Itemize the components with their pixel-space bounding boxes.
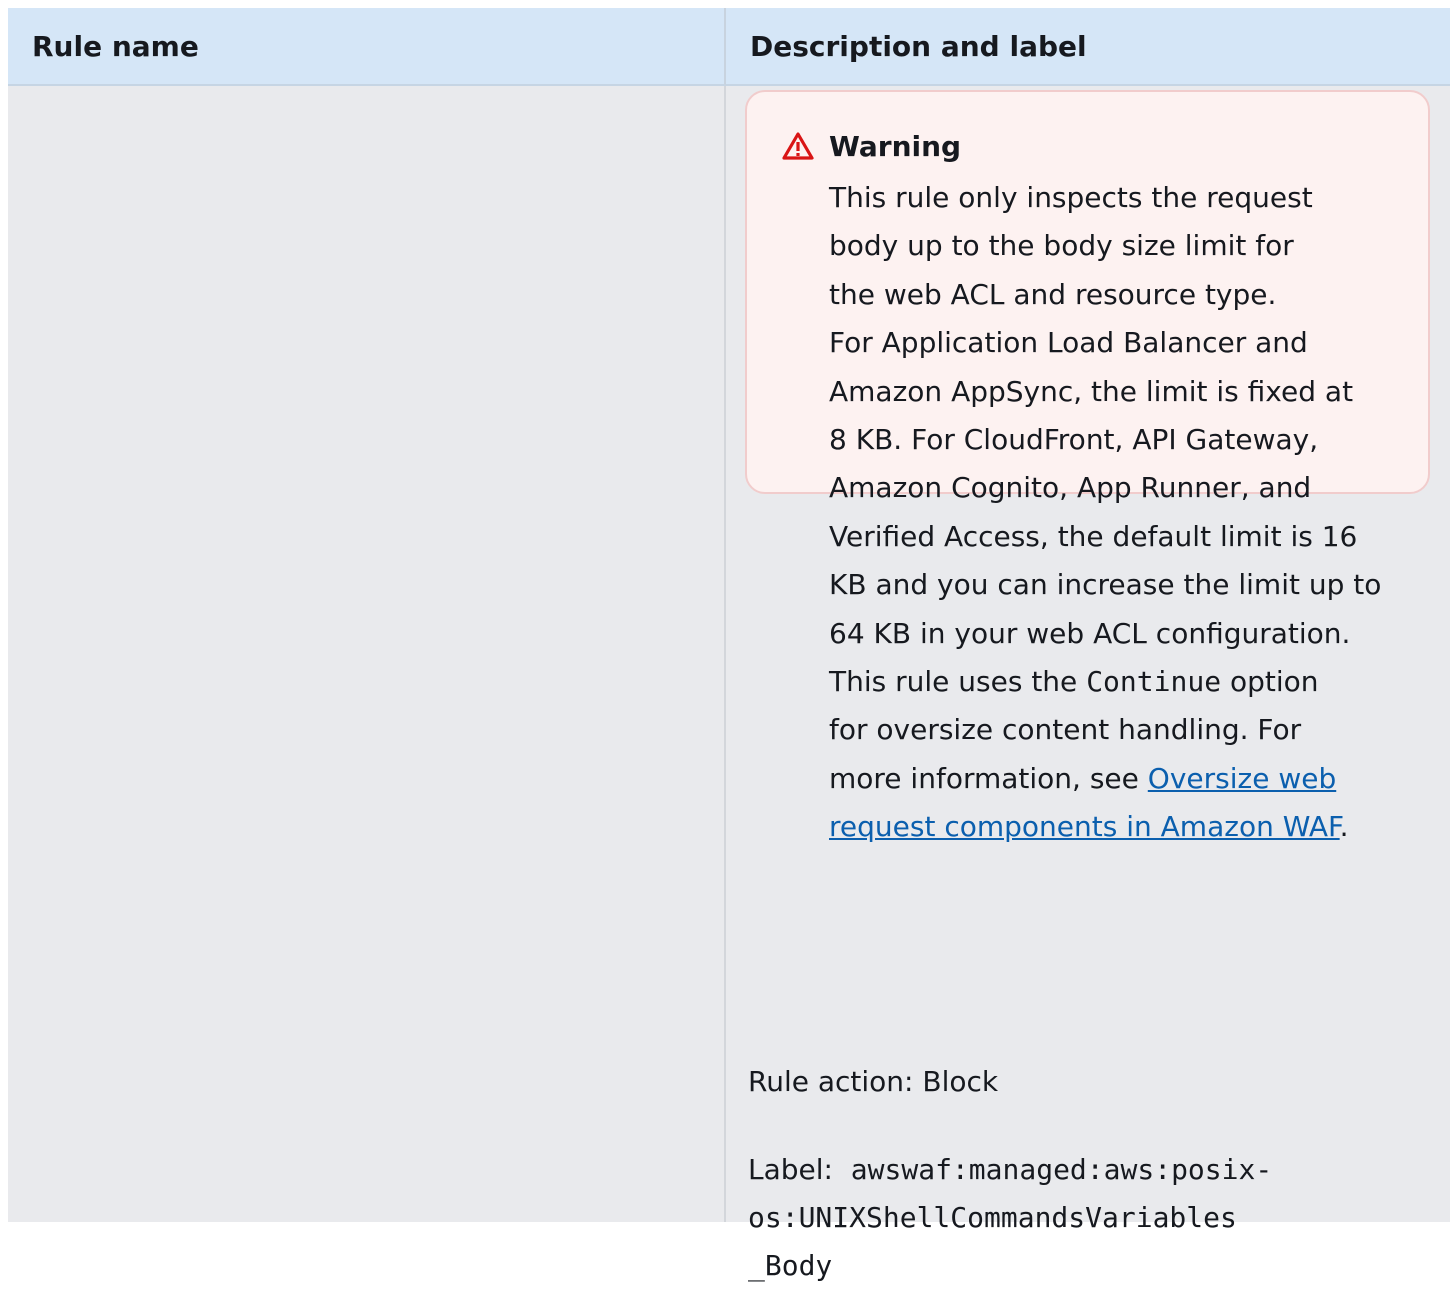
warning-line: Amazon Cognito, App Runner, and [829,471,1312,505]
rules-table: Rule name Description and label Warning … [8,8,1450,1282]
continue-after-text: option [1221,665,1319,699]
warning-line: Amazon AppSync, the limit is fixed at [829,374,1354,408]
warning-line: KB and you can increase the limit up to [829,568,1382,602]
more-info-prefix: more information, see [829,761,1148,795]
label-code: awswaf:managed:aws:posix- [850,1153,1273,1186]
header-description-and-label: Description and label [726,8,1450,86]
label-code: os:UNIXShellCommandsVariables [748,1201,1237,1234]
label-prefix: Label: [748,1153,851,1186]
label-line-1: Label: awswaf:managed:aws:posix- [748,1146,1428,1194]
warning-line: 64 KB in your web ACL configuration. [829,616,1351,650]
warning-title: Warning [829,129,962,163]
warning-line: the web ACL and resource type. [829,277,1277,311]
oversize-link-part2[interactable]: request components in Amazon WAF [829,810,1340,843]
warning-body: This rule only inspects the request body… [829,174,1429,852]
warning-line: Verified Access, the default limit is 16 [829,519,1358,553]
warning-triangle-icon [782,132,814,160]
continue-before-text: This rule uses the [829,665,1087,699]
rule-name-cell [8,86,726,1222]
header-rule-name: Rule name [8,8,726,86]
warning-line: for oversize content handling. For [829,713,1302,747]
rule-label: Label: awswaf:managed:aws:posix- os:UNIX… [748,1146,1428,1290]
warning-line: body up to the body size limit for [829,229,1294,263]
description-cell: Warning This rule only inspects the requ… [726,86,1450,1282]
warning-line-more-info: more information, see Oversize web [829,755,1429,803]
warning-alert: Warning This rule only inspects the requ… [745,90,1430,843]
label-code: _Body [748,1249,833,1282]
warning-line: For Application Load Balancer and [829,326,1308,360]
warning-line: 8 KB. For CloudFront, API Gateway, [829,423,1319,457]
warning-header: Warning [781,124,1408,168]
warning-line-continue: This rule uses the Continue option [829,658,1429,706]
warning-line: This rule only inspects the request [829,181,1313,214]
warning-line-link: request components in Amazon WAF. [829,803,1429,851]
rule-action: Rule action: Block [748,1065,999,1098]
continue-code: Continue [1086,665,1222,699]
link-suffix: . [1339,810,1349,844]
oversize-link-part1[interactable]: Oversize web [1148,762,1336,795]
